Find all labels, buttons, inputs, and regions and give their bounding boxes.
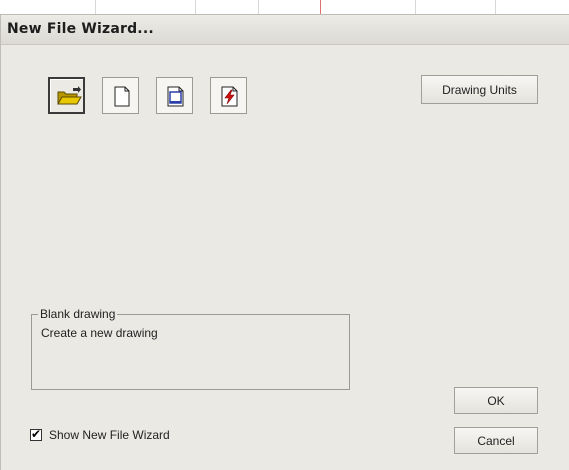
blank-page-icon	[114, 86, 130, 107]
description-groupbox: Blank drawing Create a new drawing	[31, 307, 350, 390]
open-folder-icon	[57, 86, 82, 105]
dialog-title: New File Wizard...	[7, 21, 154, 37]
drawing-units-button[interactable]: Drawing Units	[421, 75, 538, 104]
description-legend: Blank drawing	[38, 307, 118, 321]
cancel-button[interactable]: Cancel	[454, 427, 538, 454]
checkmark-icon: ✔	[31, 427, 42, 441]
dialog-titlebar[interactable]: New File Wizard...	[1, 15, 569, 45]
new-file-wizard-dialog: New File Wizard... Drawing Units Blank d…	[0, 14, 569, 470]
canvas-grid-line	[495, 0, 496, 14]
open-file-button[interactable]	[48, 77, 85, 114]
ok-button[interactable]: OK	[454, 387, 538, 414]
canvas-grid-line	[415, 0, 416, 14]
show-wizard-checkbox[interactable]: ✔	[30, 427, 42, 441]
canvas-grid-line	[195, 0, 196, 14]
show-wizard-label[interactable]: Show New File Wizard	[49, 428, 170, 442]
description-text: Create a new drawing	[41, 326, 158, 340]
canvas-grid-line	[258, 0, 259, 14]
ok-label: OK	[487, 393, 505, 408]
canvas-grid-line	[320, 0, 321, 14]
template-drawing-button[interactable]	[156, 77, 193, 114]
show-wizard-option[interactable]: ✔ Show New File Wizard	[30, 427, 170, 443]
canvas-grid-line	[95, 0, 96, 14]
cancel-label: Cancel	[477, 433, 515, 448]
template-page-icon	[167, 86, 184, 107]
blank-drawing-button[interactable]	[102, 77, 139, 114]
pdf-page-icon	[221, 86, 238, 107]
pdf-drawing-button[interactable]	[210, 77, 247, 114]
drawing-units-label: Drawing Units	[442, 82, 517, 97]
